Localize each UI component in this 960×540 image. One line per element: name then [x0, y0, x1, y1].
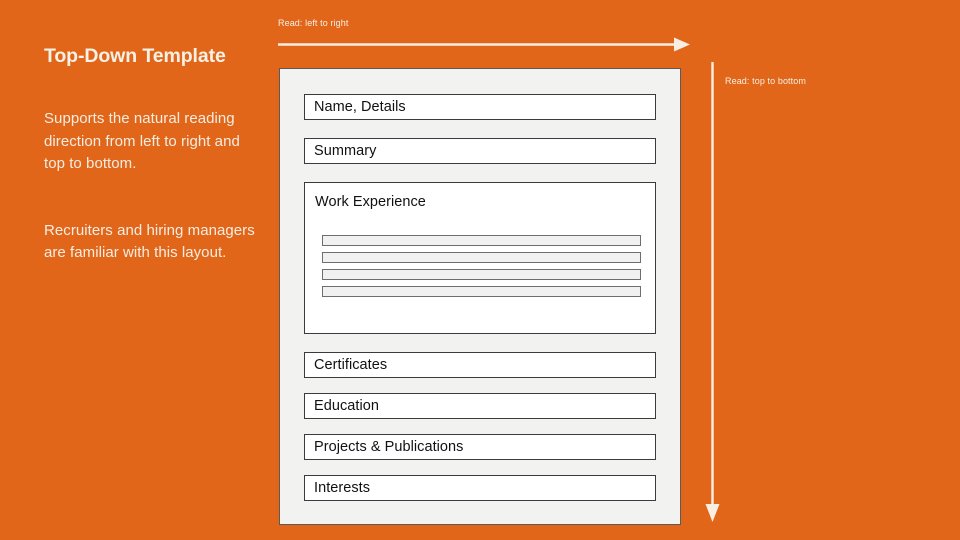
- resume-section-label: Certificates: [314, 357, 388, 373]
- resume-section-interests[interactable]: Interests: [304, 475, 656, 501]
- resume-section-label: Education: [314, 398, 379, 414]
- work-entry-placeholder[interactable]: [322, 286, 641, 297]
- resume-section-certificates[interactable]: Certificates: [304, 352, 656, 378]
- resume-section-projects-publications[interactable]: Projects & Publications: [304, 434, 656, 460]
- left-text-panel: Top-Down Template Supports the natural r…: [44, 44, 259, 265]
- page-title: Top-Down Template: [44, 45, 226, 67]
- work-entry-placeholder[interactable]: [322, 235, 641, 246]
- resume-section-label: Interests: [314, 480, 371, 496]
- resume-section-summary[interactable]: Summary: [304, 138, 656, 164]
- work-entry-list: [315, 235, 643, 297]
- work-entry-placeholder[interactable]: [322, 252, 641, 263]
- top-to-bottom-arrow-icon: [705, 62, 720, 522]
- description-paragraph-2: Recruiters and hiring managers are famil…: [44, 221, 255, 262]
- resume-section-label: Name, Details: [314, 99, 406, 115]
- left-to-right-arrow-icon: [278, 37, 690, 52]
- work-entry-placeholder[interactable]: [322, 269, 641, 280]
- read-top-to-bottom-label: Read: top to bottom: [725, 76, 806, 86]
- resume-section-label: Summary: [314, 143, 377, 159]
- resume-section-label: Work Experience: [315, 194, 426, 210]
- resume-section-name-details[interactable]: Name, Details: [304, 94, 656, 120]
- resume-section-education[interactable]: Education: [304, 393, 656, 419]
- description-paragraph-1: Supports the natural reading direction f…: [44, 110, 240, 172]
- read-left-to-right-label: Read: left to right: [278, 18, 349, 28]
- resume-section-label: Projects & Publications: [314, 439, 464, 455]
- resume-section-work-experience[interactable]: Work Experience: [304, 182, 656, 334]
- resume-document-preview: Name, Details Summary Work Experience Ce…: [279, 68, 681, 525]
